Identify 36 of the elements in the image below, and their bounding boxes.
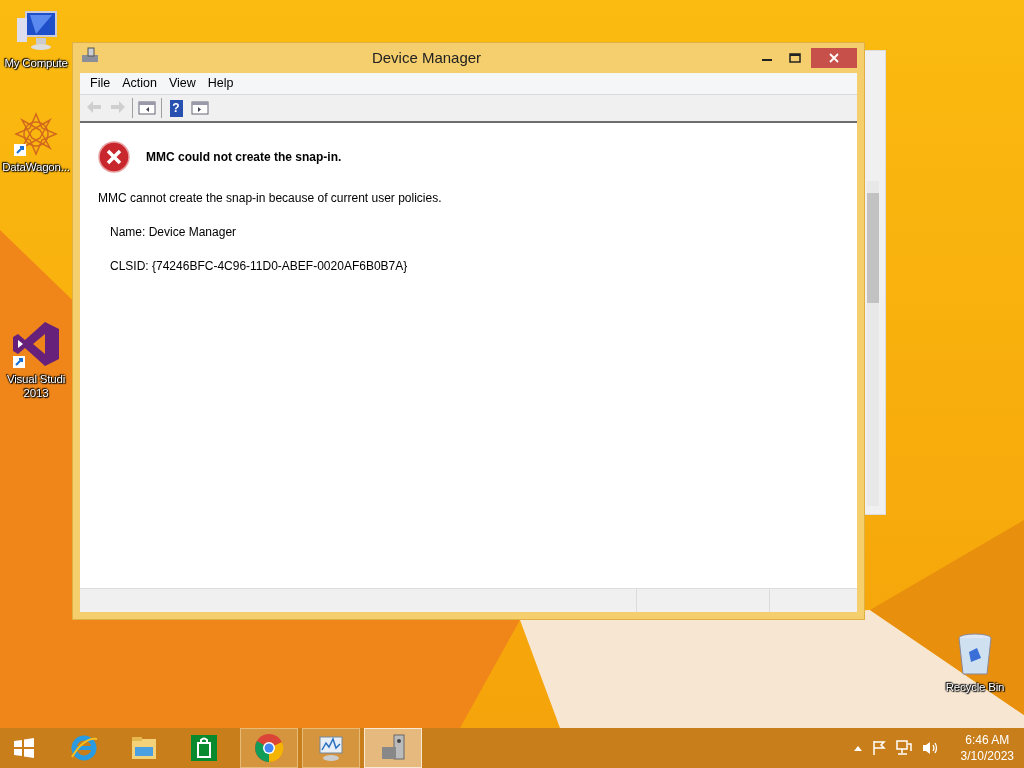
panel-button[interactable] [137,98,157,118]
menu-item[interactable]: Action [116,74,163,93]
taskbar-button[interactable] [240,728,298,768]
close-icon [828,52,840,64]
computer-icon[interactable] [14,10,58,52]
panel-button[interactable] [190,98,210,118]
caret-up-icon[interactable] [852,744,863,752]
menu-item[interactable]: File [84,74,117,93]
taskbar-button[interactable] [364,728,422,768]
icon-label: Recycle Bin [945,680,1005,694]
flag-icon[interactable] [870,740,887,756]
star-burst-icon[interactable] [14,112,58,156]
detail-line: CLSID: {74246BFC-4C96-11D0-ABEF-0020AF6B0B7A} [109,258,409,275]
monitor-chart-icon [316,733,346,763]
close-button[interactable] [811,48,857,68]
chrome-logo-icon [254,733,284,763]
infinity-logo-icon[interactable] [13,320,59,368]
e-logo-icon [69,733,99,763]
maximize-icon [789,53,801,63]
icon-label: DataWagon... [2,160,70,174]
app-icon [80,45,100,64]
menu-item[interactable]: Help [201,74,240,93]
network-icon[interactable] [894,740,913,756]
scrollbar[interactable] [867,181,879,506]
menu-item[interactable]: View [162,74,202,93]
shopping-bag-icon [189,733,219,763]
icon-label: Visual Studi 2013 [6,372,66,400]
icon-label: My Compute [4,56,68,70]
error-heading: MMC could not create the snap-in. [146,149,342,166]
taskbar-button[interactable] [302,728,360,768]
window-title: Device Manager [370,47,483,68]
recycle-bin-icon[interactable] [957,632,993,676]
detail-line: Name: Device Manager [109,224,238,241]
error-icon [98,141,130,173]
error-message: MMC cannot create the snap-in because of current user policies. [98,190,443,207]
speaker-icon[interactable] [920,740,939,756]
